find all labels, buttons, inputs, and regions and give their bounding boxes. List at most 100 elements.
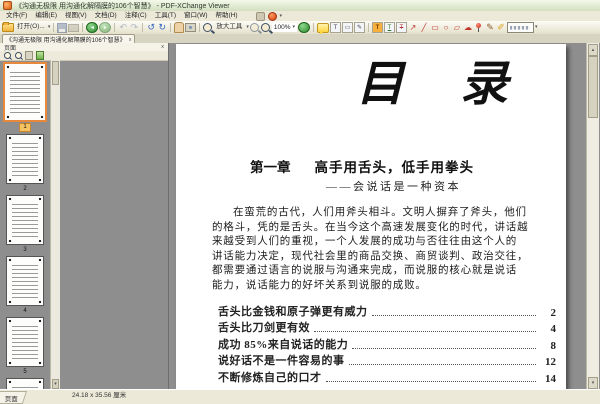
zoom-level-select[interactable]: 100% ▾ bbox=[271, 23, 297, 32]
rectangle-tool-button[interactable]: ▭ bbox=[430, 22, 440, 33]
menu-item-view[interactable]: 视图(V) bbox=[61, 11, 91, 21]
highlighter-pen-button[interactable]: ✐ bbox=[496, 22, 506, 33]
thumbnail-image[interactable] bbox=[6, 256, 44, 306]
menu-bar: 文件(F) 编辑(E) 视图(V) 文档(D) 注释(C) 工具(T) 窗口(W) 帮助(H)… bbox=[0, 11, 600, 21]
toc-entry[interactable]: 成功 85%来自说话的能力 8 bbox=[218, 335, 556, 352]
document-view: 目 录 第一章 高手用舌头，低手用拳头 ——会说话是一种资本 在蛮荒的古代，人们… bbox=[169, 43, 600, 390]
thumbnail-image[interactable] bbox=[6, 134, 44, 184]
thumbnail-image[interactable] bbox=[6, 195, 44, 245]
pages-pane-bottom-tab[interactable]: 页面 bbox=[0, 391, 28, 404]
thumbnail-image[interactable] bbox=[6, 317, 44, 367]
menu-item-edit[interactable]: 编辑(E) bbox=[31, 11, 61, 21]
save-icon bbox=[57, 22, 68, 33]
scrollbar-thumb[interactable] bbox=[588, 56, 598, 118]
chevron-down-icon[interactable]: ▾ bbox=[535, 25, 538, 30]
chevron-down-icon[interactable]: ▾ bbox=[246, 25, 249, 30]
thumbnail-page-number: 3 bbox=[23, 247, 27, 253]
highlight-tool-button[interactable]: T bbox=[371, 22, 383, 33]
thumbnail-page-number: 4 bbox=[23, 308, 27, 314]
chapter-heading: 第一章 高手用舌头，低手用拳头 bbox=[250, 156, 474, 176]
thumbnail-scrollbar[interactable]: ▾ bbox=[50, 60, 60, 390]
scroll-up-icon[interactable]: ▴ bbox=[588, 44, 598, 56]
scroll-down-icon[interactable]: ▾ bbox=[52, 379, 59, 389]
save-button[interactable] bbox=[57, 22, 68, 33]
zoom-in-button[interactable] bbox=[261, 22, 271, 33]
page-title: 目 录 bbox=[356, 58, 531, 111]
intro-paragraph: 在蛮荒的古代，人们用斧头相斗。文明人摒弃了斧头，他们 的格斗，凭的是舌头。在当今这… bbox=[212, 206, 542, 294]
close-tab-icon[interactable]: x bbox=[129, 37, 132, 43]
menu-item-help[interactable]: 帮助(H) bbox=[212, 11, 242, 21]
pencil-tool-button[interactable]: ✎ bbox=[485, 22, 495, 33]
thumbnail-page-3[interactable]: 3 bbox=[0, 195, 50, 254]
zoom-tool-button[interactable]: 放大工具 ▾ bbox=[203, 22, 249, 33]
undo-button[interactable]: ↶ bbox=[118, 22, 128, 33]
print-button[interactable] bbox=[68, 22, 80, 33]
chapter-number: 第一章 bbox=[250, 160, 291, 175]
document-scrollbar[interactable]: ▴ ▾ bbox=[586, 43, 599, 390]
toc-entry[interactable]: 说好话不是一件容易的事 12 bbox=[218, 352, 556, 368]
refresh-button[interactable] bbox=[297, 22, 310, 33]
pdf-page: 目 录 第一章 高手用舌头，低手用拳头 ——会说话是一种资本 在蛮荒的古代，人们… bbox=[176, 44, 566, 390]
app-logo-icon bbox=[3, 1, 12, 10]
menu-item-tools[interactable]: 工具(T) bbox=[151, 11, 180, 21]
chevron-down-icon[interactable]: ▾ bbox=[280, 13, 283, 19]
scroll-down-icon[interactable]: ▾ bbox=[588, 377, 598, 389]
paragraph-line: 来越受到人们的重视，一个人发展的成功与否往往由这个人的 bbox=[212, 236, 518, 248]
toc-entry-page: 4 bbox=[550, 323, 557, 335]
pane-options-button[interactable] bbox=[25, 51, 33, 60]
thumbnail-zoom-out-button[interactable] bbox=[14, 52, 22, 60]
rotate-ccw-button[interactable]: ↺ bbox=[146, 22, 156, 33]
zoom-out-button[interactable] bbox=[250, 22, 260, 33]
thumbnail-page-number: 2 bbox=[23, 186, 27, 192]
close-pane-icon[interactable]: x bbox=[161, 44, 164, 50]
thumbnail-image[interactable] bbox=[3, 62, 47, 122]
polygon-tool-button[interactable]: ▱ bbox=[452, 22, 462, 33]
cloud-tool-button[interactable]: ☁ bbox=[463, 22, 473, 33]
snapshot-button[interactable] bbox=[185, 22, 197, 33]
callout-tool-button[interactable]: ✎ bbox=[353, 22, 365, 33]
hand-tool-button[interactable] bbox=[174, 22, 185, 33]
zoom-in-icon bbox=[261, 23, 271, 32]
thumbnail-page-1[interactable]: 1 bbox=[0, 62, 50, 132]
thumbnail-page-4[interactable]: 4 bbox=[0, 256, 50, 315]
hand-tool-icon[interactable] bbox=[255, 11, 265, 21]
rotate-cw-button[interactable]: ↻ bbox=[157, 22, 167, 33]
oval-tool-button[interactable]: ○ bbox=[441, 22, 451, 33]
menu-item-window[interactable]: 窗口(W) bbox=[180, 11, 211, 21]
pane-properties-button[interactable] bbox=[36, 51, 44, 60]
redo-button[interactable]: ↷ bbox=[129, 22, 139, 33]
pin-tool-button[interactable] bbox=[474, 22, 484, 33]
thumbnail-zoom-in-button[interactable] bbox=[3, 52, 11, 60]
line-tool-button[interactable]: ╱ bbox=[419, 22, 429, 33]
paragraph-line: 都需要通过语言的说服与沟通来完成，而说服的核心就是说话 bbox=[212, 265, 518, 277]
comment-button[interactable] bbox=[316, 22, 329, 35]
toc-entry-page: 12 bbox=[545, 356, 556, 368]
chevron-down-icon[interactable]: ▾ bbox=[48, 25, 51, 30]
launch-application-icon[interactable] bbox=[267, 11, 277, 21]
thumbnail-content bbox=[10, 72, 40, 114]
arrow-tool-button[interactable]: ↗ bbox=[408, 22, 418, 33]
next-view-button[interactable]: ▸ bbox=[99, 22, 112, 33]
toc-entry[interactable]: 舌头比刀剑更有效 4 bbox=[218, 319, 557, 335]
strikeout-tool-button[interactable]: T bbox=[395, 22, 407, 33]
menu-item-file[interactable]: 文件(F) bbox=[2, 11, 31, 21]
menu-item-document[interactable]: 文档(D) bbox=[91, 11, 121, 21]
paragraph-line: 在蛮荒的古代，人们用斧头相斗。文明人摒弃了斧头，他们 bbox=[233, 207, 527, 218]
chapter-subtitle: ——会说话是一种资本 bbox=[326, 181, 461, 193]
menu-item-comment[interactable]: 注释(C) bbox=[121, 11, 151, 21]
thumbnail-page-5[interactable]: 5 bbox=[0, 317, 50, 376]
page-size-label: 24.18 x 35.56 厘米 bbox=[72, 392, 127, 399]
toc-entry-title: 说好话不是一件容易的事 bbox=[218, 355, 345, 367]
toc-entry[interactable]: 不断修炼自己的口才 14 bbox=[218, 368, 556, 385]
stamp-tool-button[interactable]: ▾ bbox=[506, 22, 538, 33]
toc-entry-page: 2 bbox=[550, 306, 557, 319]
zoom-out-icon bbox=[14, 52, 22, 59]
previous-view-button[interactable]: ◂ bbox=[86, 22, 99, 33]
scrollbar-thumb[interactable] bbox=[52, 61, 59, 85]
textbox-tool-button[interactable]: ▭ bbox=[341, 22, 353, 33]
typewriter-tool-button[interactable]: T bbox=[329, 22, 341, 33]
thumbnail-page-2[interactable]: 2 bbox=[0, 134, 50, 193]
toc-entry[interactable]: 舌头比金钱和原子弹更有威力 2 bbox=[218, 302, 556, 319]
underline-tool-button[interactable]: T bbox=[383, 22, 395, 33]
open-button[interactable]: 打开(O)... ▾ bbox=[2, 22, 50, 33]
